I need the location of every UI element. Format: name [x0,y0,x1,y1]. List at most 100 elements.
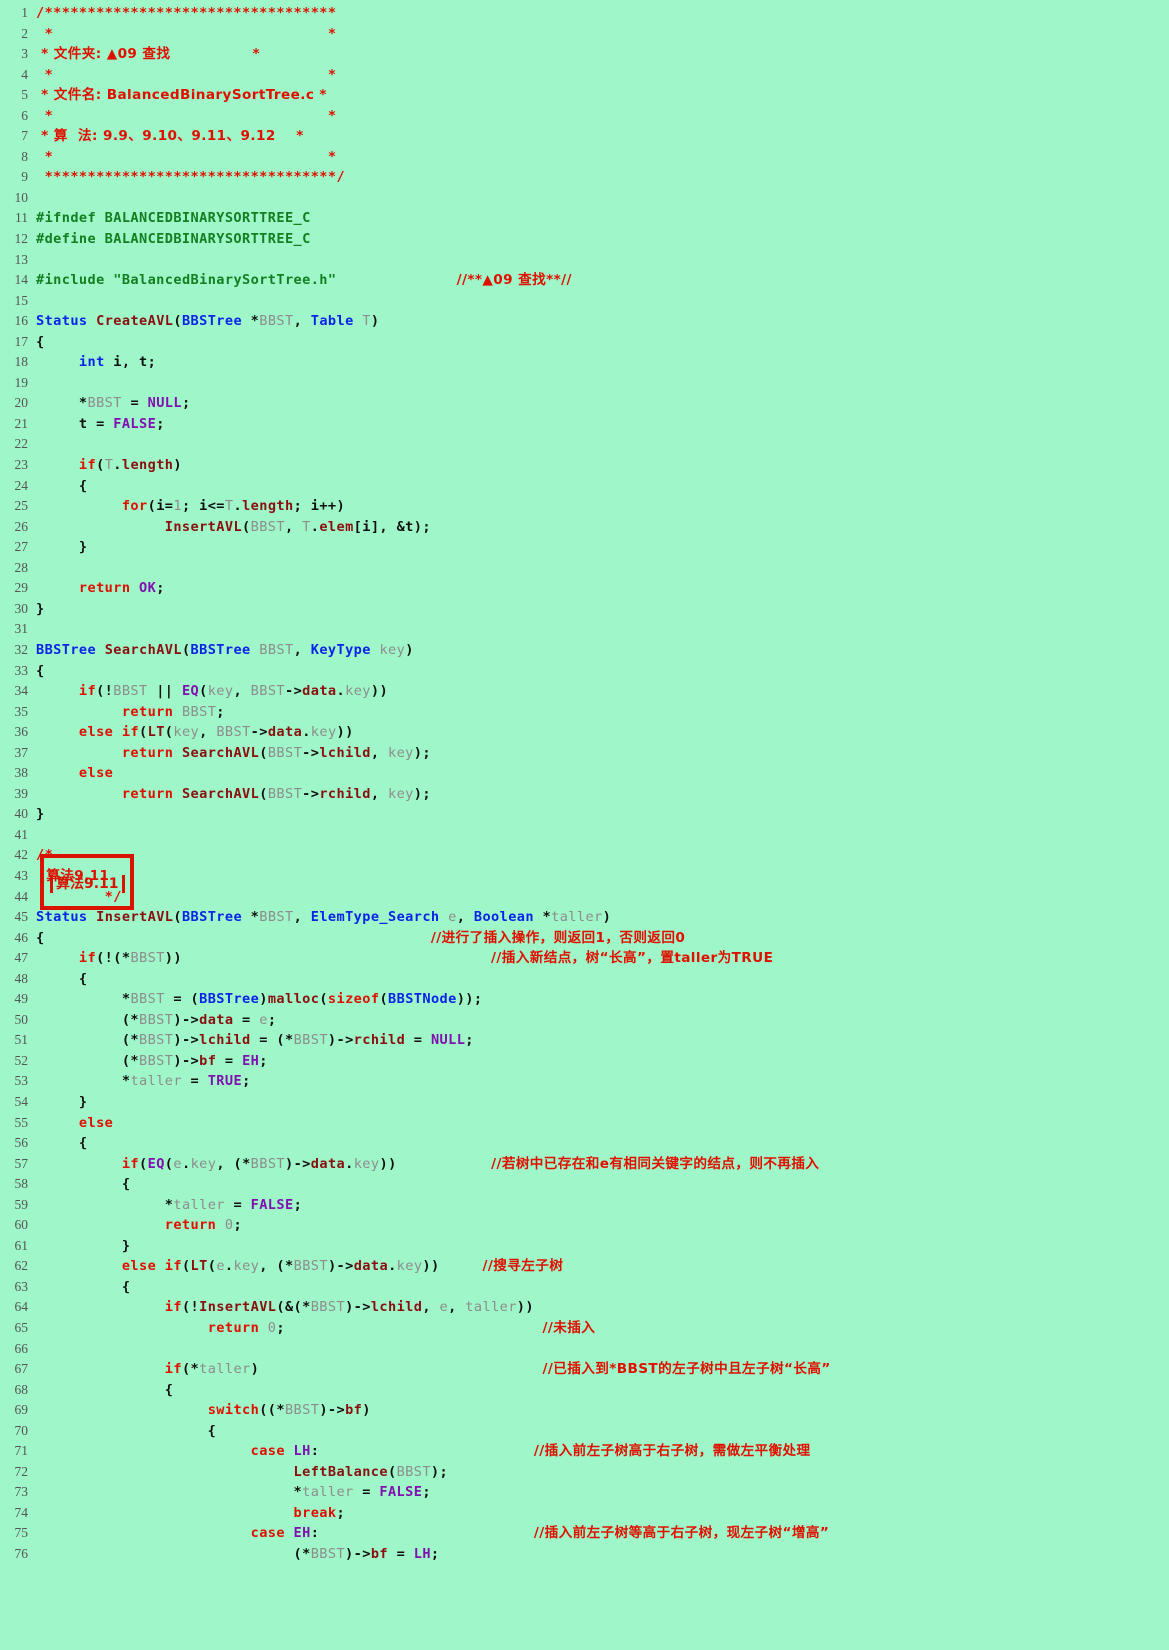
code-line[interactable]: 31 [0,619,1169,640]
code-line[interactable]: 18 int i, t; [0,352,1169,373]
code-line[interactable]: 38 else [0,763,1169,784]
code-line[interactable]: 32 BBSTree SearchAVL(BBSTree BBST, KeyTyp… [0,640,1169,661]
code-line[interactable]: 3 * 文件夹: ▲09 查找 * [0,44,1169,65]
code-line[interactable]: 15 [0,291,1169,312]
code-line[interactable]: 53 *taller = TRUE; [0,1071,1169,1092]
code-line[interactable]: 48 { [0,969,1169,990]
code-line[interactable]: 16 Status CreateAVL(BBSTree *BBST, Table … [0,311,1169,332]
token-kw: case [250,1525,285,1542]
code-line[interactable]: 5 * 文件名: BalancedBinarySortTree.c * [0,85,1169,106]
token-var: e [173,1155,182,1172]
code-line[interactable]: 47 if(!(*BBST)) //插入新结点，树“长高”，置taller为TR… [0,948,1169,969]
code-line[interactable]: 25 for(i=1; i<=T.length; i++) [0,496,1169,517]
line-number: 14 [14,272,29,288]
code-line[interactable]: 60 return 0; [0,1215,1169,1236]
code-line[interactable]: 73 *taller = FALSE; [0,1482,1169,1503]
code-line[interactable]: 55 else [0,1113,1169,1134]
code-line[interactable]: 58 { [0,1174,1169,1195]
code-line[interactable]: 17 { [0,332,1169,353]
token-fn: SearchAVL [181,785,260,802]
code-line[interactable]: 1 /********************************** [0,3,1169,24]
token-type: Status [36,313,88,330]
token-var: BBST [181,703,217,720]
code-line[interactable]: 43 算法9.11 [0,866,1169,887]
line-number: 54 [14,1093,29,1109]
code-line[interactable]: 34 if(!BBST || EQ(key, BBST->data.key)) [0,681,1169,702]
code-line[interactable]: 49 *BBST = (BBSTree)malloc(sizeof(BBSTNo… [0,989,1169,1010]
code-line[interactable]: 67 if(*taller) //已插入到*BBST的左子树中且左子树“长高” [0,1359,1169,1380]
code-line[interactable]: 66 [0,1339,1169,1360]
code-line[interactable]: 21 t = FALSE; [0,414,1169,435]
code-line[interactable]: 28 [0,558,1169,579]
code-line[interactable]: 24 { [0,476,1169,497]
line-number: 15 [14,292,29,308]
code-line[interactable]: 51 (*BBST)->lchild = (*BBST)->rchild = N… [0,1030,1169,1051]
code-line[interactable]: 29 return OK; [0,578,1169,599]
code-line[interactable]: 57 if(EQ(e.key, (*BBST)->data.key)) //若树… [0,1154,1169,1175]
code-line[interactable]: 2 * * [0,24,1169,45]
token-var: BBST [87,395,122,412]
code-line[interactable]: 33 { [0,661,1169,682]
code-line[interactable]: 39 return SearchAVL(BBST->rchild, key); [0,784,1169,805]
code-line[interactable]: 35 return BBST; [0,702,1169,723]
code-line[interactable]: 74 break; [0,1503,1169,1524]
code-line[interactable]: 64 if(!InsertAVL(&(*BBST)->lchild, e, ta… [0,1297,1169,1318]
code-line[interactable]: 71 case LH: //插入前左子树高于右子树，需做左平衡处理 [0,1441,1169,1462]
code-line[interactable]: 26 InsertAVL(BBST, T.elem[i], &t); [0,517,1169,538]
code-line[interactable]: 65 return 0; //未插入 [0,1318,1169,1339]
token-fn: bf [199,1052,217,1069]
code-line[interactable]: 7 * 算 法: 9.9、9.10、9.11、9.12 * [0,126,1169,147]
token-var: BBST [139,1052,174,1069]
code-line[interactable]: 27 } [0,537,1169,558]
code-line[interactable]: 23 if(T.length) [0,455,1169,476]
code-line[interactable]: 69 switch((*BBST)->bf) [0,1400,1169,1421]
code-line[interactable]: 45 Status InsertAVL(BBSTree *BBST, ElemTy… [0,907,1169,928]
line-number: 76 [14,1546,29,1562]
line-number: 51 [14,1032,29,1048]
code-line[interactable]: 8 * * [0,147,1169,168]
token-var: key [388,744,414,761]
token-str: "BalancedBinarySortTree.h" [113,272,337,289]
code-line[interactable]: 40} [0,804,1169,825]
code-line[interactable]: 10 [0,188,1169,209]
code-line[interactable]: 68 { [0,1380,1169,1401]
code-line[interactable]: 11 #ifndef BALANCEDBINARYSORTTREE_C [0,208,1169,229]
code-line[interactable]: 50 (*BBST)->data = e; [0,1010,1169,1031]
code-line[interactable]: 61 } [0,1236,1169,1257]
code-line[interactable]: 46 { //进行了插入操作，则返回1，否则返回0 [0,928,1169,949]
code-line[interactable]: 14 #include "BalancedBinarySortTree.h" //… [0,270,1169,291]
code-line[interactable]: 59 *taller = FALSE; [0,1195,1169,1216]
code-line-content: Status CreateAVL(BBSTree *BBST, Table T) [36,311,1169,332]
code-line[interactable]: 12 #define BALANCEDBINARYSORTTREE_C [0,229,1169,250]
line-number: 1 [21,5,28,20]
code-line[interactable]: 44 */ [0,887,1169,908]
code-line[interactable]: 72 LeftBalance(BBST); [0,1462,1169,1483]
code-line[interactable]: 63 { [0,1277,1169,1298]
code-line[interactable]: 52 (*BBST)->bf = EH; [0,1051,1169,1072]
line-number: 24 [14,477,29,493]
code-line[interactable]: 22 [0,434,1169,455]
code-line[interactable]: 20 *BBST = NULL; [0,393,1169,414]
code-line[interactable]: 54 } [0,1092,1169,1113]
code-line[interactable]: 42 /* [0,845,1169,866]
code-line[interactable]: 19 [0,373,1169,394]
code-line[interactable]: 75 case EH: //插入前左子树等高于右子树，现左子树“增高” [0,1523,1169,1544]
code-line[interactable]: 9 **********************************/ [0,167,1169,188]
token-kw: return [164,1217,217,1234]
code-line[interactable]: 13 [0,250,1169,271]
line-number: 47 [14,950,29,966]
code-line[interactable]: 6 * * [0,106,1169,127]
code-line[interactable]: 30} [0,599,1169,620]
code-line[interactable]: 56 { [0,1133,1169,1154]
code-line[interactable]: 41 [0,825,1169,846]
token-kw: else [78,1114,114,1131]
code-line[interactable]: 76 (*BBST)->bf = LH; [0,1544,1169,1565]
code-line[interactable]: 37 return SearchAVL(BBST->lchild, key); [0,743,1169,764]
code-line[interactable]: 62 else if(LT(e.key, (*BBST)->data.key))… [0,1256,1169,1277]
token-plain: )) [422,1258,440,1275]
code-line[interactable]: 70 { [0,1421,1169,1442]
code-line[interactable]: 4 * * [0,65,1169,86]
code-editor-view[interactable]: 1 /********************************** 2 * … [0,0,1169,1565]
code-line[interactable]: 36 else if(LT(key, BBST->data.key)) [0,722,1169,743]
